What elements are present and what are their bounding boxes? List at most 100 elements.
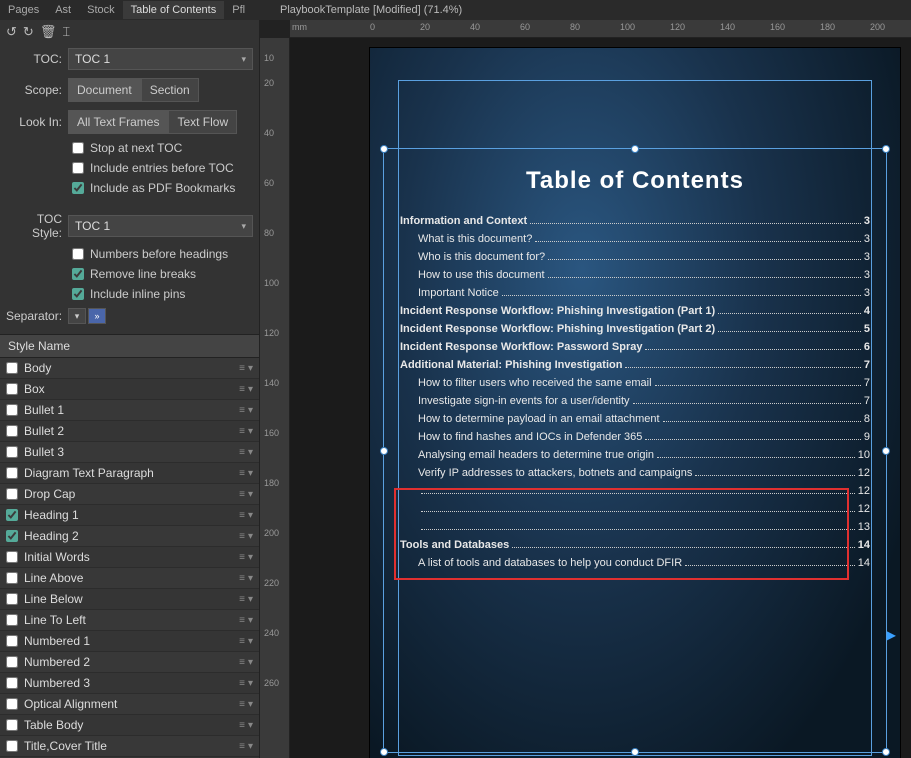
scope-option[interactable]: Section (141, 78, 199, 102)
studio-tab[interactable]: Table of Contents (123, 1, 225, 19)
style-checkbox[interactable] (6, 656, 18, 668)
style-menu-icon[interactable]: ▾ (248, 594, 253, 605)
toc-entry[interactable]: How to filter users who received the sam… (400, 377, 870, 389)
style-checkbox[interactable] (6, 740, 18, 752)
style-item[interactable]: Line Above≡▾ (0, 568, 259, 589)
toc-dropdown[interactable]: TOC 1 (68, 48, 253, 70)
style-item[interactable]: Bullet 2≡▾ (0, 421, 259, 442)
style-menu-icon[interactable]: ▾ (248, 699, 253, 710)
toc-entry[interactable]: How to use this document 3 (400, 269, 870, 281)
style-checkbox[interactable] (6, 467, 18, 479)
frame-handle[interactable] (631, 145, 639, 153)
style-item[interactable]: Box≡▾ (0, 379, 259, 400)
frame-handle[interactable] (631, 748, 639, 756)
style-list[interactable]: Body≡▾Box≡▾Bullet 1≡▾Bullet 2≡▾Bullet 3≡… (0, 358, 259, 758)
tocstyle-dropdown[interactable]: TOC 1 (68, 215, 253, 237)
style-item[interactable]: Bullet 3≡▾ (0, 442, 259, 463)
toc-entry[interactable]: How to find hashes and IOCs in Defender … (400, 431, 870, 443)
overflow-indicator-icon[interactable]: ▶ (887, 628, 896, 642)
ruler-horizontal[interactable]: mm020406080100120140160180200 (290, 20, 911, 38)
style-checkbox[interactable] (6, 698, 18, 710)
frame-handle[interactable] (882, 447, 890, 455)
ruler-vertical[interactable]: 1020406080100120140160180200220240260 (260, 38, 290, 758)
toc-entry[interactable]: Incident Response Workflow: Password Spr… (400, 341, 870, 353)
frame-handle[interactable] (882, 145, 890, 153)
style-checkbox[interactable] (6, 551, 18, 563)
sep-tab-button[interactable]: » (88, 308, 106, 324)
toolbar-icon[interactable]: 🗑 (40, 24, 57, 40)
toc-entry[interactable]: Investigate sign-in events for a user/id… (400, 395, 870, 407)
style-menu-icon[interactable]: ▾ (248, 720, 253, 731)
style-menu-icon[interactable]: ▾ (248, 657, 253, 668)
toc-entry[interactable]: How to determine payload in an email att… (400, 413, 870, 425)
option-checkbox[interactable] (72, 142, 84, 154)
style-checkbox[interactable] (6, 425, 18, 437)
style-checkbox[interactable] (6, 404, 18, 416)
style-checkbox[interactable] (6, 719, 18, 731)
style-checkbox[interactable] (6, 635, 18, 647)
canvas[interactable]: Table of Contents Information and Contex… (290, 38, 911, 758)
style-checkbox[interactable] (6, 593, 18, 605)
style-menu-icon[interactable]: ▾ (248, 615, 253, 626)
toc-entry[interactable]: Verify IP addresses to attackers, botnet… (400, 467, 870, 479)
toc-entry[interactable]: Incident Response Workflow: Phishing Inv… (400, 305, 870, 317)
style-checkbox[interactable] (6, 446, 18, 458)
style-menu-icon[interactable]: ▾ (248, 510, 253, 521)
style-checkbox[interactable] (6, 572, 18, 584)
style-item[interactable]: Initial Words≡▾ (0, 547, 259, 568)
style-item[interactable]: Heading 1≡▾ (0, 505, 259, 526)
toc-entry[interactable]: Who is this document for? 3 (400, 251, 870, 263)
style-menu-icon[interactable]: ▾ (248, 531, 253, 542)
option-checkbox[interactable] (72, 268, 84, 280)
style-menu-icon[interactable]: ▾ (248, 573, 253, 584)
style-item[interactable]: Line To Left≡▾ (0, 610, 259, 631)
toc-textframe[interactable]: Table of Contents Information and Contex… (383, 148, 887, 753)
style-menu-icon[interactable]: ▾ (248, 384, 253, 395)
style-menu-icon[interactable]: ▾ (248, 636, 253, 647)
lookin-option[interactable]: Text Flow (168, 110, 237, 134)
style-menu-icon[interactable]: ▾ (248, 405, 253, 416)
style-checkbox[interactable] (6, 614, 18, 626)
option-checkbox[interactable] (72, 248, 84, 260)
frame-handle[interactable] (380, 748, 388, 756)
toc-entry[interactable]: What is this document? 3 (400, 233, 870, 245)
style-item[interactable]: Numbered 2≡▾ (0, 652, 259, 673)
style-checkbox[interactable] (6, 383, 18, 395)
style-menu-icon[interactable]: ▾ (248, 552, 253, 563)
option-checkbox[interactable] (72, 182, 84, 194)
style-checkbox[interactable] (6, 488, 18, 500)
lookin-option[interactable]: All Text Frames (68, 110, 168, 134)
page[interactable]: Table of Contents Information and Contex… (370, 48, 900, 758)
style-menu-icon[interactable]: ▾ (248, 447, 253, 458)
toc-entry[interactable]: Incident Response Workflow: Phishing Inv… (400, 323, 870, 335)
option-checkbox[interactable] (72, 288, 84, 300)
style-item[interactable]: Bullet 1≡▾ (0, 400, 259, 421)
style-item[interactable]: Numbered 1≡▾ (0, 631, 259, 652)
style-menu-icon[interactable]: ▾ (248, 468, 253, 479)
style-item[interactable]: Optical Alignment≡▾ (0, 694, 259, 715)
style-item[interactable]: Diagram Text Paragraph≡▾ (0, 463, 259, 484)
toc-entry[interactable]: Additional Material: Phishing Investigat… (400, 359, 870, 371)
studio-tab[interactable]: Pages (0, 1, 47, 19)
style-menu-icon[interactable]: ▾ (248, 741, 253, 752)
toc-entry[interactable]: Important Notice 3 (400, 287, 870, 299)
style-menu-icon[interactable]: ▾ (248, 489, 253, 500)
style-menu-icon[interactable]: ▾ (248, 426, 253, 437)
studio-tab[interactable]: Stock (79, 1, 123, 19)
style-menu-icon[interactable]: ▾ (248, 678, 253, 689)
style-item[interactable]: Drop Cap≡▾ (0, 484, 259, 505)
style-item[interactable]: Line Below≡▾ (0, 589, 259, 610)
style-item[interactable]: Numbered 3≡▾ (0, 673, 259, 694)
toolbar-icon[interactable]: ⌶ (62, 24, 70, 40)
frame-handle[interactable] (882, 748, 890, 756)
style-item[interactable]: Title,Cover Title≡▾ (0, 736, 259, 757)
style-item[interactable]: Table Body≡▾ (0, 715, 259, 736)
toolbar-icon[interactable]: ↻ (23, 24, 34, 40)
scope-option[interactable]: Document (68, 78, 141, 102)
frame-handle[interactable] (380, 447, 388, 455)
toc-entry[interactable]: Information and Context 3 (400, 215, 870, 227)
toc-entry[interactable]: Analysing email headers to determine tru… (400, 449, 870, 461)
style-checkbox[interactable] (6, 509, 18, 521)
style-item[interactable]: Heading 2≡▾ (0, 526, 259, 547)
option-checkbox[interactable] (72, 162, 84, 174)
